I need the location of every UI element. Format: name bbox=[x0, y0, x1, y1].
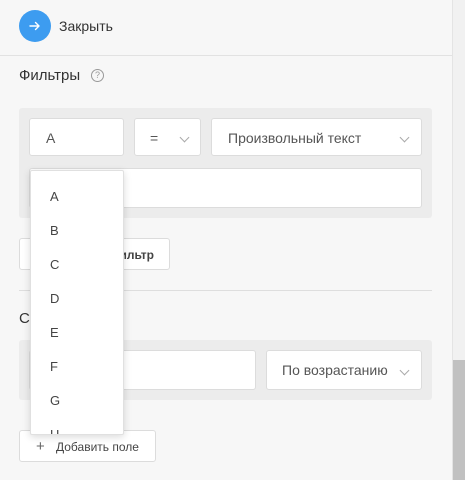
filter-type-value: Произвольный текст bbox=[228, 130, 362, 146]
sort-order-value: По возрастанию bbox=[282, 362, 388, 378]
chevron-down-icon bbox=[399, 365, 410, 376]
sort-title: С bbox=[19, 310, 30, 327]
arrow-right-icon bbox=[29, 21, 40, 31]
plus-icon: + bbox=[36, 438, 45, 455]
chevron-down-icon bbox=[179, 132, 190, 143]
filter-field-select[interactable]: A bbox=[29, 118, 124, 156]
scrollbar-thumb[interactable] bbox=[453, 360, 465, 480]
dropdown-option[interactable]: C bbox=[31, 252, 123, 286]
dropdown-option[interactable]: H bbox=[31, 422, 123, 434]
add-filter-label: ильтр bbox=[119, 248, 154, 262]
sort-order-select[interactable]: По возрастанию bbox=[266, 350, 422, 390]
dropdown-caret bbox=[90, 171, 106, 178]
dropdown-option[interactable]: A bbox=[31, 184, 123, 218]
filters-title: Фильтры bbox=[19, 67, 81, 84]
dropdown-option[interactable]: E bbox=[31, 320, 123, 354]
field-dropdown-menu: A B C D E F G H bbox=[30, 170, 124, 435]
dropdown-option[interactable]: D bbox=[31, 286, 123, 320]
add-field-label: Добавить поле bbox=[56, 440, 139, 454]
dropdown-option[interactable]: B bbox=[31, 218, 123, 252]
close-label[interactable]: Закрыть bbox=[59, 18, 113, 34]
close-button[interactable] bbox=[19, 10, 51, 42]
top-bar: Закрыть bbox=[0, 0, 452, 56]
help-icon[interactable]: ? bbox=[91, 69, 104, 82]
dropdown-option[interactable]: F bbox=[31, 354, 123, 388]
filter-operator-select[interactable]: = bbox=[134, 118, 201, 156]
filter-type-select[interactable]: Произвольный текст bbox=[211, 118, 422, 156]
chevron-down-icon bbox=[399, 132, 410, 143]
filter-operator-value: = bbox=[150, 130, 159, 146]
filter-field-value: A bbox=[46, 130, 56, 146]
dropdown-option[interactable]: G bbox=[31, 388, 123, 422]
scrollbar[interactable] bbox=[452, 0, 465, 480]
